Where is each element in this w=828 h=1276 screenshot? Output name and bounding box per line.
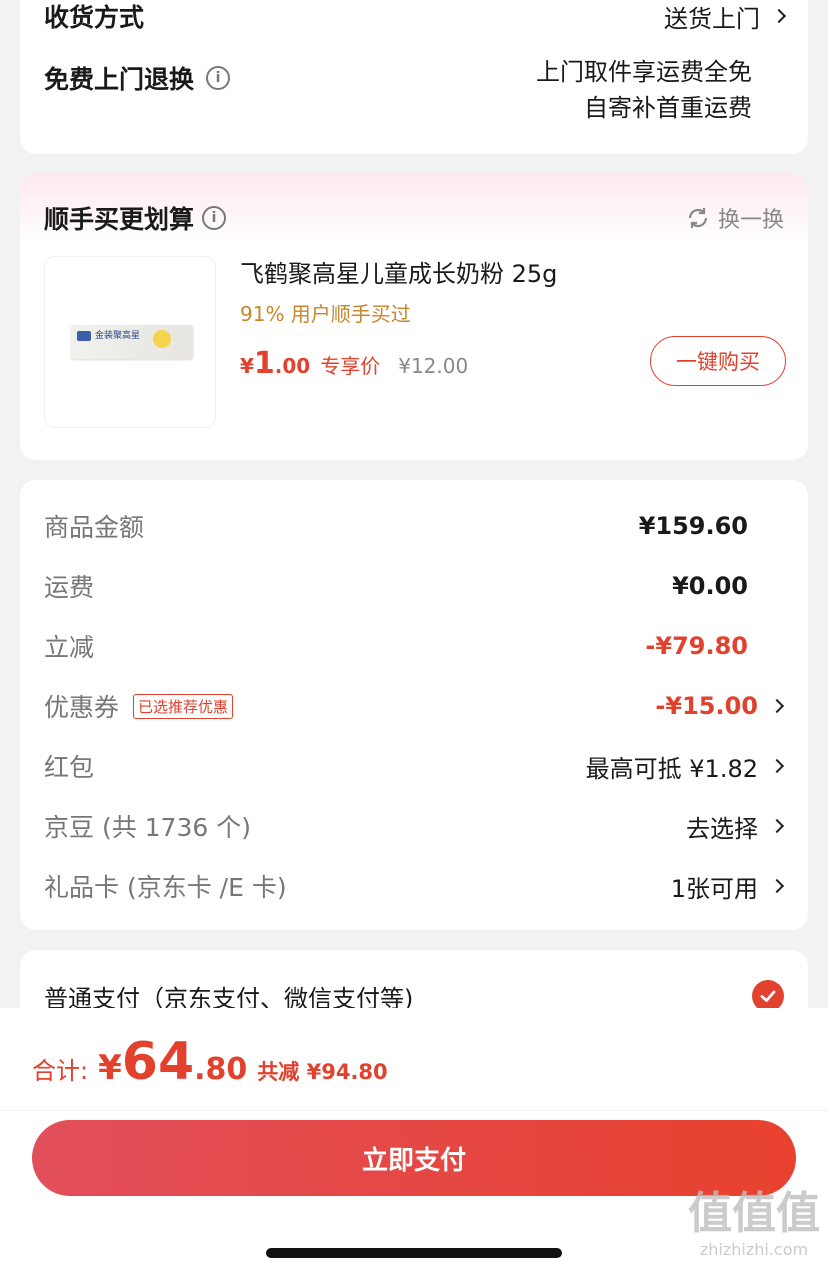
product-package-badge bbox=[77, 331, 91, 341]
price-symbol: ¥ bbox=[240, 354, 254, 378]
home-indicator bbox=[266, 1248, 562, 1258]
total-summary: 合计: ¥ 64 .80 共减 ¥94.80 bbox=[32, 1032, 388, 1092]
upsell-title: 顺手买更划算 bbox=[44, 205, 195, 234]
delivery-method-label: 收货方式 bbox=[44, 3, 145, 32]
upsell-card: 顺手买更划算 i 换一换 金装聚高星 飞鹤聚高星儿童成长奶粉 25g 91% 用… bbox=[20, 174, 808, 460]
chevron-right-icon bbox=[769, 758, 785, 774]
watermark-logo: 值值值 bbox=[688, 1188, 820, 1239]
swap-label: 换一换 bbox=[717, 208, 784, 233]
product-price: ¥ 1 .00 专享价 ¥12.00 bbox=[240, 346, 468, 381]
chevron-right-icon bbox=[769, 698, 785, 714]
bar-divider bbox=[0, 1110, 828, 1111]
fee-value: ¥0.00 bbox=[672, 572, 748, 600]
fee-label: 立减 bbox=[44, 633, 95, 662]
fee-value: 去选择 bbox=[686, 814, 758, 843]
upsell-header: 顺手买更划算 i 换一换 bbox=[44, 200, 784, 236]
fee-label: 运费 bbox=[44, 573, 95, 602]
fee-label: 优惠券 bbox=[44, 693, 120, 722]
red-packet-row[interactable]: 红包 最高可抵 ¥1.82 bbox=[44, 746, 785, 786]
fee-label: 礼品卡 (京东卡 /E 卡) bbox=[44, 873, 287, 902]
gift-card-row[interactable]: 礼品卡 (京东卡 /E 卡) 1张可用 bbox=[44, 866, 785, 906]
fee-row: 运费 ¥0.00 bbox=[44, 566, 748, 606]
free-return-row: 免费上门退换 i 上门取件享运费全免 自寄补首重运费 bbox=[44, 54, 784, 134]
fee-row: 商品金额 ¥159.60 bbox=[44, 506, 748, 546]
fee-label: 京豆 (共 1736 个) bbox=[44, 813, 251, 842]
total-symbol: ¥ bbox=[98, 1048, 122, 1088]
free-return-label: 免费上门退换 bbox=[44, 65, 195, 94]
info-icon[interactable]: i bbox=[206, 66, 231, 90]
pay-now-button[interactable]: 立即支付 bbox=[32, 1120, 796, 1196]
price-dec: .00 bbox=[274, 354, 311, 378]
info-icon[interactable]: i bbox=[202, 206, 227, 230]
chevron-right-icon bbox=[769, 818, 785, 834]
delivery-card: 收货方式 送货上门 免费上门退换 i 上门取件享运费全免 自寄补首重运费 bbox=[20, 0, 808, 154]
return-line-2: 自寄补首重运费 bbox=[584, 94, 752, 122]
fee-value: 1张可用 bbox=[670, 874, 758, 903]
saved-amount: 共减 ¥94.80 bbox=[257, 1060, 388, 1084]
fee-row: 立减 -¥79.80 bbox=[44, 626, 748, 666]
fee-value: 最高可抵 ¥1.82 bbox=[585, 754, 758, 783]
total-int: 64 bbox=[121, 1032, 195, 1092]
fee-value: -¥15.00 bbox=[655, 692, 758, 720]
watermark: 值值值 zhizhizhi.com bbox=[688, 1188, 820, 1259]
product-image[interactable]: 金装聚高星 bbox=[44, 256, 216, 428]
watermark-site: zhizhizhi.com bbox=[699, 1240, 809, 1259]
bottom-bar: 合计: ¥ 64 .80 共减 ¥94.80 立即支付 值值值 zhizhizh… bbox=[0, 1008, 828, 1276]
fee-value: -¥79.80 bbox=[645, 632, 748, 660]
product-package: 金装聚高星 bbox=[71, 325, 193, 359]
refresh-icon bbox=[688, 208, 708, 228]
fee-label: 商品金额 bbox=[44, 513, 145, 542]
fees-card: 商品金额 ¥159.60 运费 ¥0.00 立减 -¥79.80 优惠券 已选推… bbox=[20, 480, 808, 930]
swap-button[interactable]: 换一换 bbox=[686, 202, 784, 234]
product-name[interactable]: 飞鹤聚高星儿童成长奶粉 25g bbox=[240, 254, 557, 289]
total-dec: .80 bbox=[194, 1052, 248, 1087]
original-price: ¥12.00 bbox=[398, 354, 469, 378]
product-package-text: 金装聚高星 bbox=[95, 331, 141, 341]
delivery-method-value: 送货上门 bbox=[664, 4, 760, 33]
chevron-right-icon bbox=[769, 878, 785, 894]
return-line-1: 上门取件享运费全免 bbox=[536, 58, 752, 86]
fee-value: ¥159.60 bbox=[638, 512, 748, 540]
product-package-mascot bbox=[153, 330, 171, 348]
total-label: 合计: bbox=[32, 1057, 89, 1085]
price-int: 1 bbox=[253, 346, 275, 381]
one-click-buy-button[interactable]: 一键购买 bbox=[650, 336, 786, 386]
chevron-right-icon bbox=[771, 8, 787, 24]
fee-label: 红包 bbox=[44, 753, 95, 782]
delivery-method-row[interactable]: 收货方式 送货上门 bbox=[44, 0, 787, 34]
jd-beans-row[interactable]: 京豆 (共 1736 个) 去选择 bbox=[44, 806, 785, 846]
coupon-tag: 已选推荐优惠 bbox=[133, 693, 234, 719]
bought-text: 91% 用户顺手买过 bbox=[240, 302, 411, 326]
price-note: 专享价 bbox=[320, 354, 381, 378]
coupon-row[interactable]: 优惠券 已选推荐优惠 -¥15.00 bbox=[44, 686, 785, 726]
